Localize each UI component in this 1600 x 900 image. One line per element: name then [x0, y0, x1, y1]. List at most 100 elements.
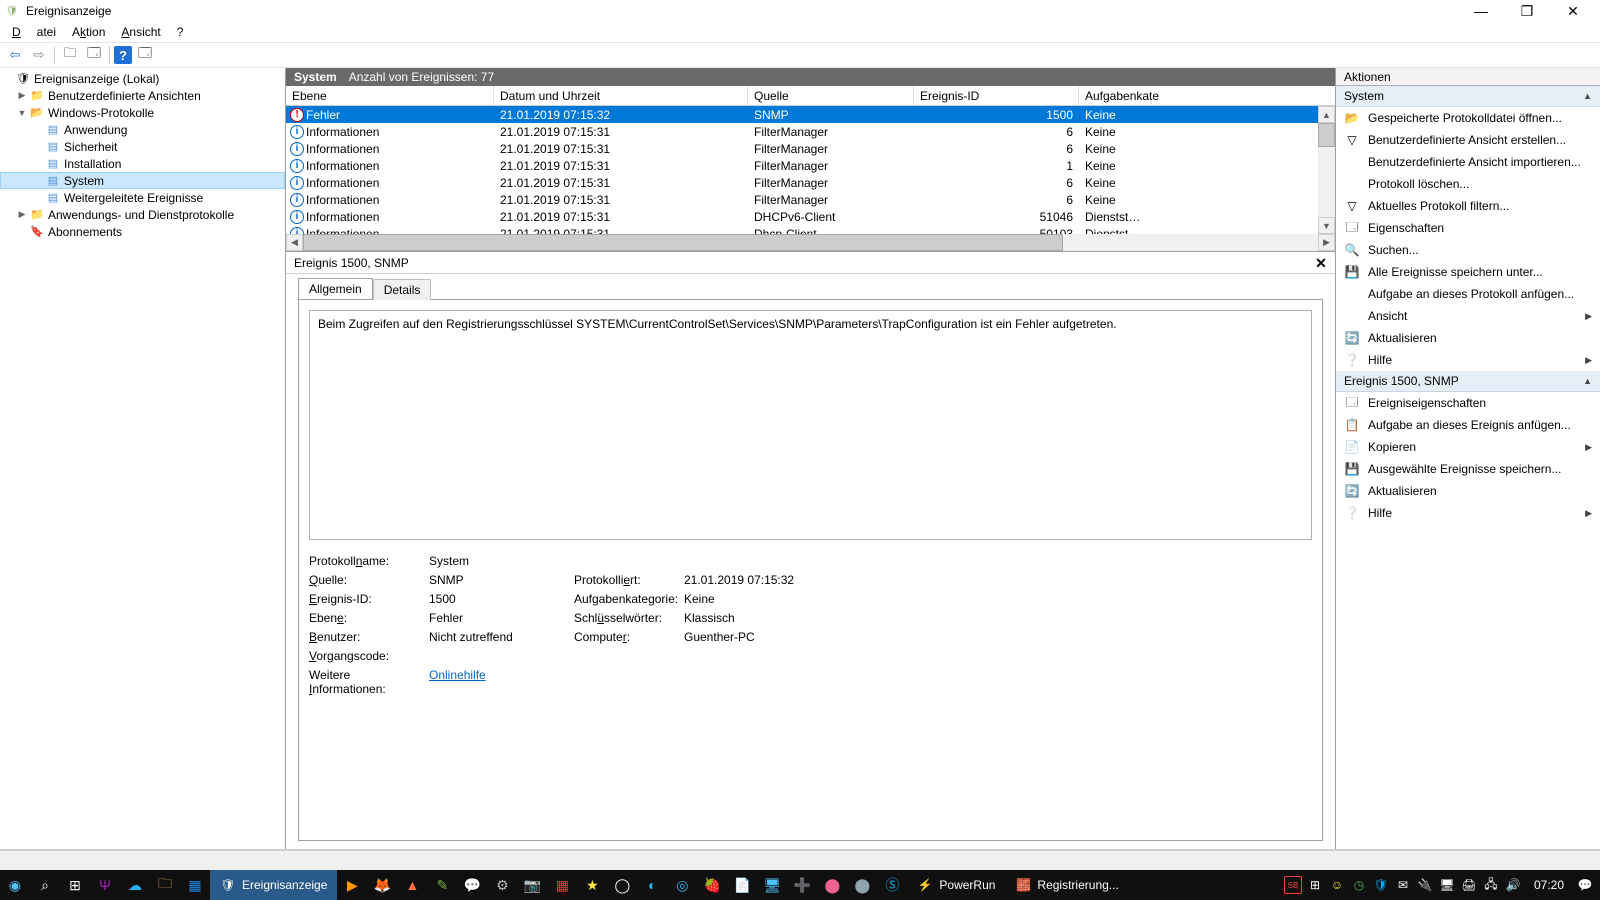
col-eventid[interactable]: Ereignis-ID — [914, 86, 1079, 105]
taskbar-icon[interactable]: ➕ — [787, 870, 817, 900]
taskbar-icon[interactable]: ⚙ — [487, 870, 517, 900]
table-row[interactable]: iInformationen21.01.2019 07:15:31Dhcp-Cl… — [286, 225, 1335, 234]
tray-icon[interactable]: ⊞ — [1306, 876, 1324, 894]
action-item[interactable]: 🔄Aktualisieren — [1336, 327, 1600, 349]
tree-app-service-logs[interactable]: ▶📁Anwendungs- und Dienstprotokolle — [0, 206, 285, 223]
maximize-button[interactable]: ❐ — [1504, 0, 1550, 22]
toolbar-icon-3[interactable]: 🗔 — [134, 44, 156, 66]
explorer-icon[interactable]: 🗀 — [150, 870, 180, 900]
action-item[interactable]: 📂Gespeicherte Protokolldatei öffnen... — [1336, 107, 1600, 129]
col-date[interactable]: Datum und Uhrzeit — [494, 86, 748, 105]
col-source[interactable]: Quelle — [748, 86, 914, 105]
tray-icon[interactable]: ◷ — [1350, 876, 1368, 894]
action-item[interactable]: 🗔Ereigniseigenschaften — [1336, 392, 1600, 414]
table-row[interactable]: iInformationen21.01.2019 07:15:31FilterM… — [286, 140, 1335, 157]
scroll-up-icon[interactable]: ▲ — [1318, 106, 1335, 123]
taskbar-icon[interactable]: ⬤ — [817, 870, 847, 900]
action-item[interactable]: ▽Aktuelles Protokoll filtern... — [1336, 195, 1600, 217]
clock[interactable]: 07:20 — [1526, 878, 1572, 892]
task-view-icon[interactable]: ⊞ — [60, 870, 90, 900]
scroll-left-icon[interactable]: ◀ — [286, 234, 303, 251]
tree-custom-views[interactable]: ▶📁Benutzerdefinierte Ansichten — [0, 87, 285, 104]
tree-pane[interactable]: 🛡Ereignisanzeige (Lokal) ▶📁Benutzerdefin… — [0, 68, 286, 849]
action-item[interactable]: 🔍Suchen... — [1336, 239, 1600, 261]
taskbar-icon[interactable]: 💬 — [457, 870, 487, 900]
action-item[interactable]: 📋Aufgabe an dieses Ereignis anfügen... — [1336, 414, 1600, 436]
task-registry[interactable]: 🧱Registrierung... — [1005, 870, 1128, 900]
table-row[interactable]: iInformationen21.01.2019 07:15:31DHCPv6-… — [286, 208, 1335, 225]
tree-windows-logs[interactable]: ▼📂Windows-Protokolle — [0, 104, 285, 121]
action-item[interactable]: 💾Ausgewählte Ereignisse speichern... — [1336, 458, 1600, 480]
tray-icon[interactable]: 🖥 — [1438, 876, 1456, 894]
system-tray[interactable]: SB ⊞ ☺ ◷ 🛡 ✉ 🔌 🖥 🖨 🖧 🔊 07:20 💬 — [1278, 876, 1600, 894]
action-item[interactable]: ❔Hilfe▶ — [1336, 349, 1600, 371]
collapse-icon[interactable]: ▲ — [1583, 376, 1592, 386]
notifications-icon[interactable]: 💬 — [1576, 876, 1594, 894]
collapse-icon[interactable]: ▲ — [1583, 91, 1592, 101]
tray-icon[interactable]: 🖨 — [1460, 876, 1478, 894]
taskbar-icon[interactable]: 🖥 — [757, 870, 787, 900]
toolbar-icon-2[interactable]: 🗔 — [83, 44, 105, 66]
tab-general[interactable]: Allgemein — [298, 278, 373, 299]
taskbar-icon[interactable]: 📄 — [727, 870, 757, 900]
actions-section-event[interactable]: Ereignis 1500, SNMP▲ — [1336, 371, 1600, 392]
help-icon[interactable]: ? — [114, 46, 132, 64]
tray-icon[interactable]: ☺ — [1328, 876, 1346, 894]
taskbar-icon[interactable]: ▦ — [547, 870, 577, 900]
action-item[interactable]: ❔Hilfe▶ — [1336, 502, 1600, 524]
online-help-link[interactable]: Onlinehilfe — [429, 668, 684, 682]
grid-header[interactable]: Ebene Datum und Uhrzeit Quelle Ereignis-… — [286, 86, 1335, 106]
forward-button[interactable]: ⇨ — [28, 44, 50, 66]
tray-icon[interactable]: 🛡 — [1372, 876, 1390, 894]
taskbar-icon[interactable]: ▦ — [180, 870, 210, 900]
menu-help[interactable]: ? — [169, 23, 192, 41]
taskbar-icon[interactable]: 🦊 — [367, 870, 397, 900]
scroll-thumb[interactable] — [1318, 123, 1335, 147]
taskbar-icon[interactable]: ▲ — [397, 870, 427, 900]
table-row[interactable]: iInformationen21.01.2019 07:15:31FilterM… — [286, 174, 1335, 191]
action-item[interactable]: Ansicht▶ — [1336, 305, 1600, 327]
tree-root[interactable]: 🛡Ereignisanzeige (Lokal) — [0, 70, 285, 87]
chrome-icon[interactable]: ◯ — [607, 870, 637, 900]
action-item[interactable]: Aufgabe an dieses Protokoll anfügen... — [1336, 283, 1600, 305]
taskbar-icon[interactable]: ◎ — [667, 870, 697, 900]
actions-section-system[interactable]: System▲ — [1336, 86, 1600, 107]
menu-view[interactable]: Ansicht — [113, 23, 168, 41]
scroll-hthumb[interactable] — [303, 234, 1063, 251]
taskbar-icon[interactable]: ★ — [577, 870, 607, 900]
tray-icon[interactable]: SB — [1284, 876, 1302, 894]
scroll-down-icon[interactable]: ▼ — [1318, 217, 1335, 234]
taskbar-icon[interactable]: ✎ — [427, 870, 457, 900]
taskbar-icon[interactable]: ◐ — [637, 870, 667, 900]
tree-application[interactable]: ▤Anwendung — [0, 121, 285, 138]
tree-forwarded[interactable]: ▤Weitergeleitete Ereignisse — [0, 189, 285, 206]
tree-setup[interactable]: ▤Installation — [0, 155, 285, 172]
close-button[interactable]: ✕ — [1550, 0, 1596, 22]
grid-rows[interactable]: !Fehler21.01.2019 07:15:32SNMP1500Keinei… — [286, 106, 1335, 234]
back-button[interactable]: ⇦ — [4, 44, 26, 66]
grid-scrollbar-v[interactable]: ▲ ▼ — [1318, 106, 1335, 234]
action-item[interactable]: 🔄Aktualisieren — [1336, 480, 1600, 502]
action-item[interactable]: 💾Alle Ereignisse speichern unter... — [1336, 261, 1600, 283]
tray-icon[interactable]: 🔌 — [1416, 876, 1434, 894]
taskbar-icon[interactable]: ▶ — [337, 870, 367, 900]
network-icon[interactable]: 🖧 — [1482, 876, 1500, 894]
taskbar-icon[interactable]: ⬤ — [847, 870, 877, 900]
table-row[interactable]: iInformationen21.01.2019 07:15:31FilterM… — [286, 157, 1335, 174]
menu-action[interactable]: Aktion — [64, 23, 113, 41]
menu-file[interactable]: Datei — [4, 23, 64, 41]
tree-security[interactable]: ▤Sicherheit — [0, 138, 285, 155]
col-category[interactable]: Aufgabenkate — [1079, 86, 1147, 105]
toolbar-icon-1[interactable]: 🗀 — [59, 44, 81, 66]
task-powerrun[interactable]: ⚡PowerRun — [907, 870, 1005, 900]
taskbar-icon[interactable]: ☁ — [120, 870, 150, 900]
action-item[interactable]: Protokoll löschen... — [1336, 173, 1600, 195]
taskbar-icon[interactable]: 📷 — [517, 870, 547, 900]
scroll-right-icon[interactable]: ▶ — [1318, 234, 1335, 251]
action-item[interactable]: 📄Kopieren▶ — [1336, 436, 1600, 458]
taskbar[interactable]: ◉ ⌕ ⊞ Ψ ☁ 🗀 ▦ 🛡Ereignisanzeige ▶ 🦊 ▲ ✎ 💬… — [0, 870, 1600, 900]
tree-subscriptions[interactable]: 🔖Abonnements — [0, 223, 285, 240]
action-item[interactable]: 🗔Eigenschaften — [1336, 217, 1600, 239]
action-item[interactable]: Benutzerdefinierte Ansicht importieren..… — [1336, 151, 1600, 173]
skype-icon[interactable]: Ⓢ — [877, 870, 907, 900]
